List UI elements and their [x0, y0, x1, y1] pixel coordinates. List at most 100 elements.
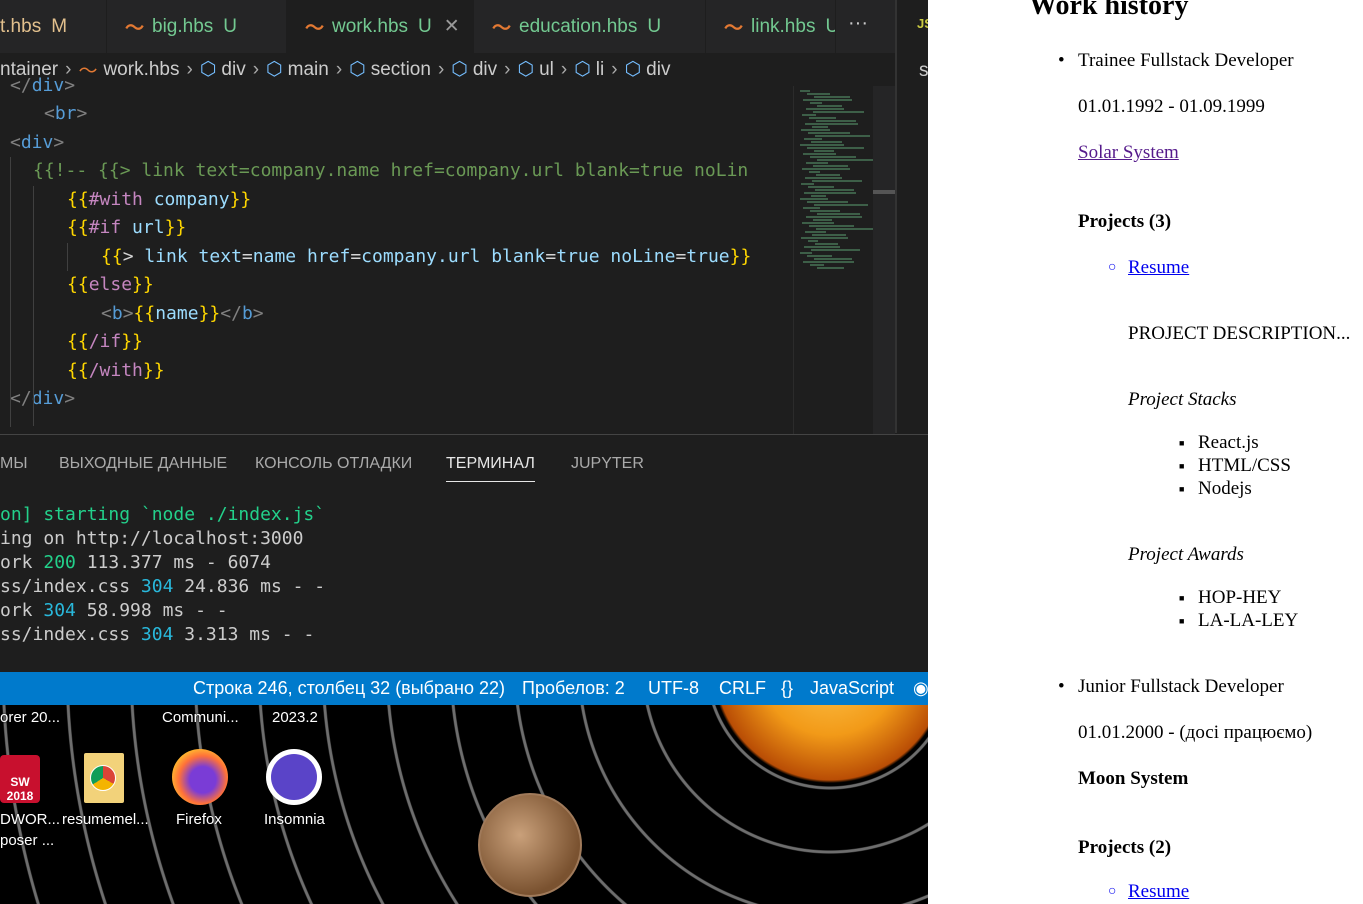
status-bar: Строка 246, столбец 32 (выбрано 22) Проб… [0, 672, 928, 705]
broadcast-icon[interactable]: ◉ [913, 678, 928, 699]
minimap-line [803, 207, 820, 209]
tab-debug-console[interactable]: КОНСОЛЬ ОТЛАДКИ [255, 455, 412, 473]
handlebars-icon: 〜 [305, 18, 325, 39]
code-editor[interactable]: </div> <br> <div> {{!-- {{> link text=compa… [0, 72, 793, 434]
minimap-line [809, 171, 820, 173]
minimap-line [808, 186, 834, 188]
terminal-output[interactable]: on] starting `node ./index.js` ing on htt… [0, 503, 325, 647]
close-icon[interactable]: ✕ [444, 15, 460, 38]
minimap-line [815, 189, 854, 191]
minimap-line [808, 132, 850, 134]
ellipsis-icon[interactable]: ··· [848, 12, 868, 35]
terminal-text: 3.313 ms - - [173, 624, 315, 645]
minimap-line [813, 219, 832, 221]
terminal-text: ss/index.css [0, 624, 141, 645]
code-token-hb: {{ [133, 303, 156, 324]
code-token-id: true [686, 246, 730, 267]
minimap-line [814, 204, 868, 206]
tab-jupyter[interactable]: JUPYTER [571, 455, 644, 473]
code-token-tag: div [31, 388, 65, 409]
minimap-line [815, 135, 870, 137]
minimap-line [807, 93, 830, 95]
minimap-line [807, 147, 864, 149]
tab-problems[interactable]: МЫ [0, 455, 28, 473]
js-file-icon: JS [917, 16, 928, 31]
minimap[interactable] [793, 86, 876, 434]
minimap-line [807, 255, 832, 257]
minimap-line [816, 228, 874, 230]
desktop: orer 20... Communi... 2023.2 SW 2018 DWOR… [0, 705, 928, 904]
code-token-tx: = [241, 246, 253, 267]
tab-work-hbs[interactable]: 〜 work.hbs U ✕ [287, 0, 474, 53]
minimap-line [811, 141, 842, 143]
minimap-line [803, 261, 854, 263]
code-token-br: </ [10, 75, 32, 96]
terminal-text: 304 [140, 576, 174, 597]
minimap-line [804, 246, 840, 248]
code-token-kw: #with [88, 189, 143, 210]
minimap-line [817, 213, 860, 215]
code-token-tx [121, 217, 132, 238]
terminal-text: ork [0, 600, 44, 621]
awards-heading: Project Awards [1128, 544, 1244, 565]
tab-big-hbs[interactable]: 〜 big.hbs U [107, 0, 287, 53]
company-link[interactable]: Solar System [1078, 142, 1179, 164]
minimap-line [815, 243, 838, 245]
terminal-line: ork 200 113.377 ms - 6074 [0, 551, 325, 575]
minimap-line [805, 177, 842, 179]
code-line: <br> [44, 100, 87, 128]
code-token-hb: }} [121, 331, 143, 352]
page-title: Work history [1029, 0, 1189, 21]
minimap-line [807, 201, 848, 203]
company-name: Moon System [1078, 768, 1189, 789]
code-token-br: </ [10, 388, 32, 409]
minimap-line [816, 174, 840, 176]
language-mode[interactable]: JavaScript [810, 678, 894, 699]
indentation[interactable]: Пробелов: 2 [522, 678, 625, 699]
code-token-hb: {{ [67, 360, 89, 381]
minimap-line [802, 168, 850, 170]
minimap-line [802, 114, 816, 116]
minimap-line [811, 249, 860, 251]
second-editor-group: JSs [895, 0, 928, 433]
stack-item: React.js [1179, 432, 1259, 454]
code-token-tag: b [111, 303, 123, 324]
indent-guide [33, 186, 34, 426]
code-token-id: url [132, 217, 165, 238]
handlebars-icon: 〜 [492, 18, 512, 39]
code-token-id: link text [144, 246, 242, 267]
project-link[interactable]: Resume [1108, 257, 1189, 279]
line-endings[interactable]: CRLF [719, 678, 766, 699]
minimap-line [814, 258, 852, 260]
editor-tabs: t.hbs M 〜 big.hbs U 〜 work.hbs U ✕ 〜 education.… [0, 0, 895, 53]
minimap-line [817, 105, 842, 107]
tab-link-hbs[interactable]: 〜link.hbsU [706, 0, 836, 53]
wallpaper-jupiter [478, 793, 582, 897]
tab-t-hbs[interactable]: t.hbs M [0, 0, 107, 53]
code-token-br: > [76, 103, 88, 124]
minimap-line [810, 210, 840, 212]
terminal-text: 58.998 ms - - [75, 600, 228, 621]
minimap-line [814, 150, 834, 152]
code-token-hb: {{ [67, 331, 89, 352]
solidworks-icon: SW 2018 [0, 755, 40, 803]
code-token-kw: else [88, 274, 133, 295]
tab-output[interactable]: ВЫХОДНЫЕ ДАННЫЕ [59, 455, 227, 473]
code-token-tx: = [545, 246, 557, 267]
indent-guide [67, 243, 68, 271]
editor-scrollbar[interactable] [873, 86, 895, 434]
minimap-line [801, 129, 830, 131]
tab-education-hbs[interactable]: 〜 education.hbs U [474, 0, 706, 53]
tab-terminal[interactable]: ТЕРМИНАЛ [446, 455, 535, 482]
stack-item: HTML/CSS [1179, 455, 1291, 477]
handlebars-icon: 〜 [125, 18, 145, 39]
project-link[interactable]: Resume [1108, 881, 1189, 903]
minimap-line [817, 267, 844, 269]
minimap-line [806, 216, 862, 218]
cursor-position[interactable]: Строка 246, столбец 32 (выбрано 22) [193, 678, 505, 699]
code-token-br: < [44, 103, 55, 124]
terminal-text: on] starting `node ./index.js` [0, 504, 326, 525]
encoding[interactable]: UTF-8 [648, 678, 699, 699]
minimap-line [804, 138, 822, 140]
minimap-line [817, 159, 876, 161]
